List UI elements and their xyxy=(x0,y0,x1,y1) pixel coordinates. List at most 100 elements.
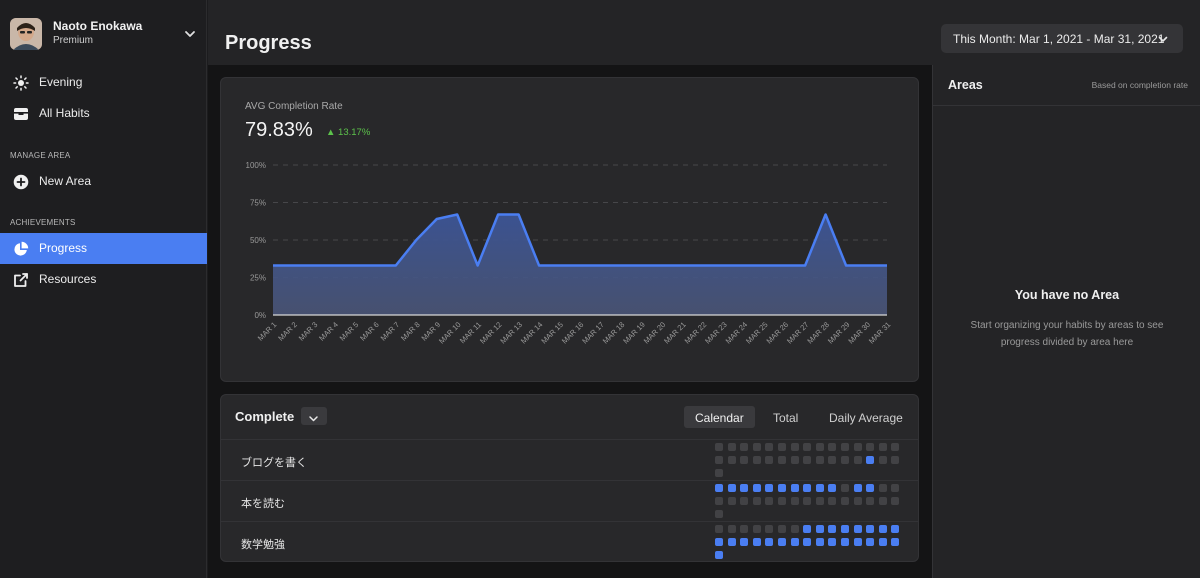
calendar-day-cell xyxy=(740,456,749,464)
page-title: Progress xyxy=(225,32,312,54)
calendar-day-cell xyxy=(752,456,761,464)
calendar-day-cell xyxy=(765,484,774,492)
calendar-day-cell xyxy=(752,538,761,546)
calendar-day-cell xyxy=(841,456,849,464)
calendar-day-cell xyxy=(841,497,849,505)
calendar-day-cell xyxy=(727,525,736,533)
plus-circle-icon xyxy=(12,173,29,190)
calendar-day-cell xyxy=(740,484,749,492)
calendar-day-cell xyxy=(891,538,900,546)
sidebar-item-label: New Area xyxy=(39,174,92,188)
calendar-day-cell xyxy=(765,497,774,505)
calendar-day-cell xyxy=(790,456,799,464)
calendar-day-cell xyxy=(752,525,761,533)
empty-state-title: You have no Area xyxy=(1014,288,1120,302)
calendar-day-cell xyxy=(815,456,824,464)
sidebar-item-resources[interactable]: Resources xyxy=(0,264,207,295)
complete-dropdown[interactable] xyxy=(301,407,327,425)
sidebar-item-all-habits[interactable]: All Habits xyxy=(0,98,207,129)
y-tick-label: 0% xyxy=(254,311,266,320)
habit-row[interactable]: ブログを書く xyxy=(221,439,918,480)
calendar-day-cell xyxy=(866,456,875,464)
sidebar-item-progress[interactable]: Progress xyxy=(0,233,207,264)
calendar-day-cell xyxy=(752,497,761,505)
calendar-day-cell xyxy=(891,456,900,464)
calendar-day-cell xyxy=(853,484,862,492)
calendar-day-cell xyxy=(790,525,799,533)
main-content: AVG Completion Rate 79.83% ▲ 13.17% 100%… xyxy=(208,65,932,578)
calendar-day-cell xyxy=(803,443,812,451)
areas-panel: Areas Based on completion rate You have … xyxy=(932,65,1200,578)
calendar-day-cell xyxy=(841,538,849,546)
calendar-day-cell xyxy=(715,484,723,492)
calendar-day-cell xyxy=(715,525,723,533)
habit-row[interactable]: 数学勉強 xyxy=(221,521,918,561)
calendar-day-cell xyxy=(828,497,837,505)
sidebar-item-label: Evening xyxy=(39,75,83,89)
chevron-down-icon xyxy=(308,411,319,422)
calendar-day-cell xyxy=(828,443,837,451)
calendar-day-cell xyxy=(891,497,900,505)
calendar-day-cell xyxy=(803,538,812,546)
calendar-day-cell xyxy=(878,525,887,533)
empty-state-description: Start organizing your habits by areas to… xyxy=(970,320,1164,348)
calendar-day-cell xyxy=(727,497,736,505)
sidebar-item-label: All Habits xyxy=(39,106,90,120)
calendar-day-cell xyxy=(815,538,824,546)
calendar-day-cell xyxy=(740,525,749,533)
calendar-day-cell xyxy=(715,456,723,464)
x-tick-label: MAR 6 xyxy=(358,320,381,343)
y-tick-label: 25% xyxy=(250,274,266,283)
calendar-day-cell xyxy=(841,525,849,533)
x-tick-label: MAR 10 xyxy=(437,320,463,346)
calendar-day-cell xyxy=(878,484,887,492)
x-tick-label: MAR 1 xyxy=(256,320,279,343)
sidebar-item-label: Progress xyxy=(39,241,88,255)
calendar-day-cell xyxy=(715,443,723,451)
calendar-day-cell xyxy=(866,484,875,492)
habit-row[interactable]: 本を読む xyxy=(221,480,918,521)
calendar-day-cell xyxy=(828,538,837,546)
areas-header: Areas Based on completion rate xyxy=(933,65,1200,106)
calendar-day-cell xyxy=(803,484,812,492)
calendar-day-cell xyxy=(727,538,736,546)
tab-calendar[interactable]: Calendar xyxy=(684,406,755,428)
section-title-achievements: ACHIEVEMENTS xyxy=(10,218,76,227)
calendar-day-cell xyxy=(790,497,799,505)
calendar-day-cell xyxy=(866,443,875,451)
tab-total[interactable]: Total xyxy=(762,406,809,428)
tab-daily-average[interactable]: Daily Average xyxy=(818,406,914,428)
calendar-day-cell xyxy=(727,443,736,451)
calendar-day-cell xyxy=(853,456,862,464)
areas-title: Areas xyxy=(948,78,983,92)
calendar-day-cell xyxy=(778,456,786,464)
calendar-day-cell xyxy=(765,456,774,464)
calendar-day-cell xyxy=(778,443,786,451)
habit-name: ブログを書く xyxy=(241,457,307,469)
user-plan: Premium xyxy=(53,35,94,46)
calendar-day-cell xyxy=(778,525,786,533)
date-range-dropdown[interactable]: This Month: Mar 1, 2021 - Mar 31, 2021 xyxy=(941,24,1183,53)
calendar-day-cell xyxy=(878,443,887,451)
sidebar-item-label: Resources xyxy=(39,272,97,286)
calendar-day-cell xyxy=(727,484,736,492)
x-tick-label: MAR 4 xyxy=(317,320,340,343)
calendar-day-cell xyxy=(853,525,862,533)
calendar-day-cell xyxy=(841,443,849,451)
calendar-day-cell xyxy=(727,456,736,464)
calendar-day-cell xyxy=(778,538,786,546)
sidebar-item-evening[interactable]: Evening xyxy=(0,67,207,98)
calendar-day-cell xyxy=(891,443,900,451)
external-link-icon xyxy=(12,271,29,288)
calendar-day-cell xyxy=(715,469,723,477)
calendar-day-cell xyxy=(815,443,824,451)
complete-title: Complete xyxy=(235,409,295,424)
user-switcher[interactable]: Naoto Enokawa Premium xyxy=(10,18,200,50)
header: Progress This Month: Mar 1, 2021 - Mar 3… xyxy=(208,0,1200,65)
calendar-day-cell xyxy=(715,510,723,518)
calendar-day-cell xyxy=(878,497,887,505)
calendar-day-cell xyxy=(752,443,761,451)
new-area-button[interactable]: New Area xyxy=(0,166,207,197)
calendar-day-cell xyxy=(752,484,761,492)
calendar-day-cell xyxy=(803,456,812,464)
